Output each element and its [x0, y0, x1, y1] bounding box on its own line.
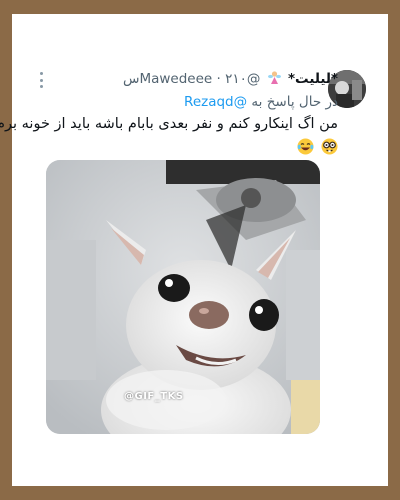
tweet-text: من اگ اینکارو کنم و نفر بعدی بابام باشه …: [0, 116, 338, 132]
tweet-media-gif[interactable]: @GIF_TKS: [46, 160, 320, 434]
nerd-face-emoji-icon: [321, 138, 338, 155]
fairy-emoji-icon: [267, 70, 282, 85]
reply-to-link[interactable]: @Rezaqd: [184, 94, 247, 110]
reply-prefix: در حال پاسخ به: [251, 94, 338, 110]
tweet-card: *لیلیت* @Mawedeee · ۲۱۰س در حال پاسخ به …: [0, 14, 388, 486]
separator-dot: ·: [216, 71, 221, 87]
gif-watermark: @GIF_TKS: [124, 391, 184, 402]
tweet-header: *لیلیت* @Mawedeee · ۲۱۰س: [38, 69, 338, 89]
laughing-tears-emoji-icon: [297, 138, 314, 155]
tweet-emojis: [278, 138, 338, 158]
author-name[interactable]: *لیلیت*: [288, 71, 338, 87]
reply-context: در حال پاسخ به @Rezaqd: [38, 92, 338, 112]
